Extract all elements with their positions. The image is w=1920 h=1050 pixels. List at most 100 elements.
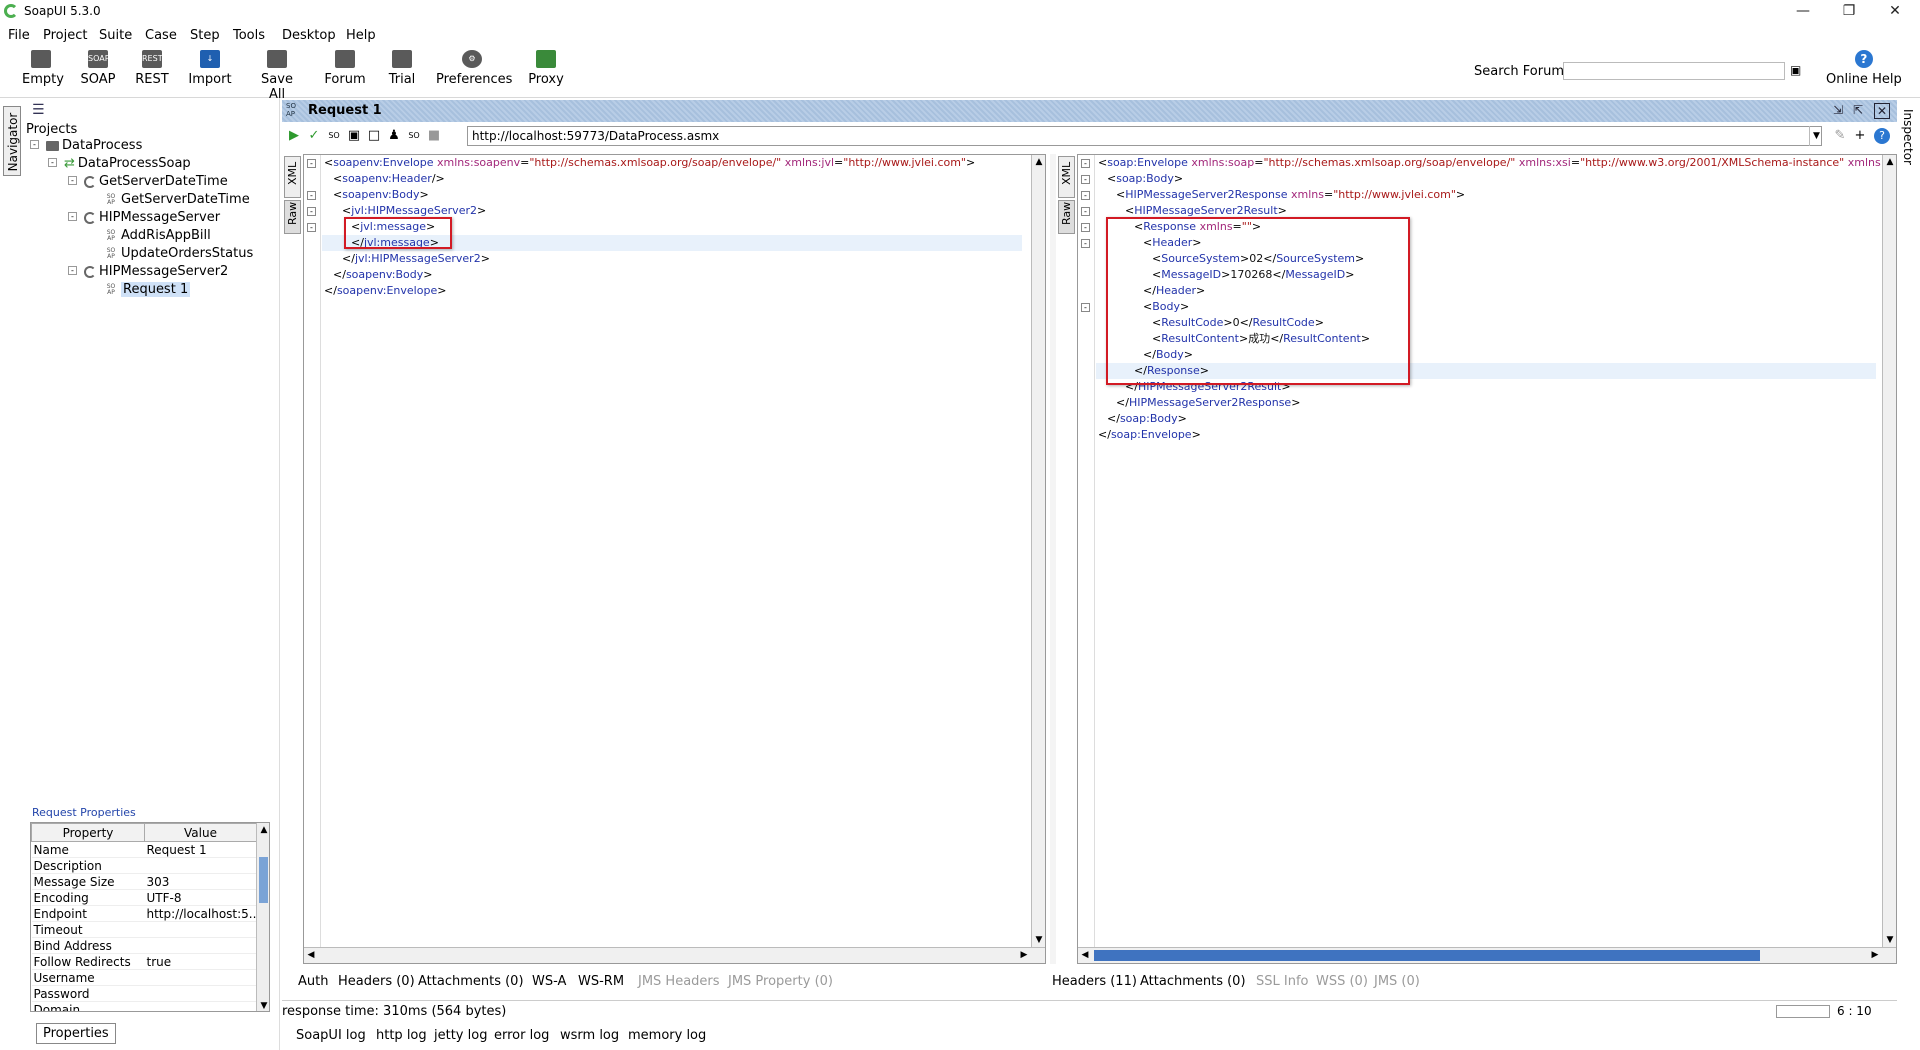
tab-attachments[interactable]: Attachments (0)	[418, 974, 524, 989]
table-row[interactable]: Description	[31, 857, 257, 874]
request-xml-editor[interactable]: - - - - <soapenv:Envelope xmlns:soapenv=…	[303, 154, 1046, 964]
import-button[interactable]: ↓ Import	[188, 50, 232, 87]
response-raw-tab[interactable]: Raw	[1058, 200, 1075, 234]
table-row[interactable]: Encoding UTF-8	[31, 889, 257, 906]
create-request-icon[interactable]: SO	[326, 128, 342, 144]
scroll-right-icon[interactable]: ▶	[1868, 948, 1882, 962]
scroll-left-icon[interactable]: ◀	[1078, 948, 1092, 962]
add-endpoint-icon[interactable]: +	[1852, 128, 1868, 144]
fold-icon[interactable]: -	[307, 223, 316, 232]
fold-icon[interactable]: -	[307, 207, 316, 216]
projects-root[interactable]: Projects	[26, 122, 77, 137]
fold-icon[interactable]: -	[1081, 191, 1090, 200]
fold-icon[interactable]: -	[1081, 207, 1090, 216]
rest-project-button[interactable]: REST REST	[134, 50, 170, 87]
fold-icon[interactable]: -	[1081, 239, 1090, 248]
tree-request-addrisappbill[interactable]: SO AP AddRisAppBill	[104, 228, 211, 243]
expand-toggle-icon[interactable]: -	[68, 212, 77, 221]
menu-case[interactable]: Case	[145, 28, 177, 43]
tree-operation-hipmessageserver[interactable]: HIPMessageServer	[84, 210, 220, 225]
empty-project-button[interactable]: Empty	[22, 50, 64, 87]
table-row[interactable]: Bind Address	[31, 937, 257, 954]
response-xml-editor[interactable]: - - - - - - - <soap:Envelope xmlns:soap=…	[1077, 154, 1897, 964]
tree-operation-hipmessageserver2[interactable]: HIPMessageServer2	[84, 264, 228, 279]
col-header-value[interactable]: Value	[144, 823, 257, 842]
help-icon[interactable]: ?	[1874, 128, 1890, 144]
tree-request-getserverdatetime[interactable]: SO AP GetServerDateTime	[104, 192, 250, 207]
properties-tab[interactable]: Properties	[36, 1023, 116, 1044]
response-vertical-scrollbar[interactable]: ▲ ▼	[1882, 155, 1896, 947]
chevron-down-icon[interactable]: ▼	[1809, 126, 1823, 146]
inspector-tab[interactable]: Inspector	[1899, 106, 1917, 168]
col-header-property[interactable]: Property	[31, 823, 145, 842]
fold-icon[interactable]: -	[307, 191, 316, 200]
menu-file[interactable]: File	[8, 28, 30, 43]
format-icon[interactable]: ▣	[346, 128, 362, 144]
minimize-panel-icon[interactable]: ⇲	[1830, 103, 1846, 119]
menu-step[interactable]: Step	[190, 28, 220, 43]
tree-interface-dataprocesssoap[interactable]: ⇄ DataProcessSoap	[64, 156, 191, 171]
add-to-testcase-icon[interactable]: SO	[406, 128, 422, 144]
expand-toggle-icon[interactable]: -	[30, 140, 39, 149]
tree-request-updateordersstatus[interactable]: SO AP UpdateOrdersStatus	[104, 246, 254, 261]
navigator-tab[interactable]: Navigator	[3, 106, 21, 176]
table-row[interactable]: Message Size 303	[31, 873, 257, 890]
scroll-thumb[interactable]	[259, 857, 268, 903]
properties-scrollbar[interactable]: ▲ ▼	[256, 823, 269, 1011]
tab-error-log[interactable]: error log	[494, 1028, 549, 1043]
tab-wsrm-log[interactable]: wsrm log	[560, 1028, 619, 1043]
fold-icon[interactable]: -	[1081, 223, 1090, 232]
fold-icon[interactable]: -	[1081, 303, 1090, 312]
tree-operation-getserverdatetime[interactable]: GetServerDateTime	[84, 174, 228, 189]
tab-memory-log[interactable]: memory log	[628, 1028, 706, 1043]
table-row[interactable]: Timeout	[31, 921, 257, 938]
tree-project-dataprocess[interactable]: DataProcess	[46, 138, 142, 153]
request-horizontal-scrollbar[interactable]: ◀ ▶	[304, 947, 1045, 963]
fold-icon[interactable]: -	[1081, 175, 1090, 184]
request-vertical-scrollbar[interactable]: ▲ ▼	[1031, 155, 1045, 947]
menu-project[interactable]: Project	[43, 28, 87, 43]
menu-help[interactable]: Help	[346, 28, 376, 43]
scroll-up-icon[interactable]: ▲	[1883, 155, 1896, 169]
tab-response-attachments[interactable]: Attachments (0)	[1140, 974, 1246, 989]
close-panel-icon[interactable]: ✕	[1874, 103, 1890, 119]
table-row[interactable]: Domain	[31, 1001, 257, 1011]
tab-http-log[interactable]: http log	[376, 1028, 427, 1043]
stop-icon[interactable]: □	[366, 128, 382, 144]
trial-button[interactable]: Trial	[386, 50, 418, 87]
soap-project-button[interactable]: SOAP SOAP	[80, 50, 116, 87]
save-all-button[interactable]: Save All	[252, 50, 302, 102]
scroll-right-icon[interactable]: ▶	[1017, 948, 1031, 962]
endpoint-input[interactable]: http://localhost:59773/DataProcess.asmx	[467, 126, 1822, 146]
menu-suite[interactable]: Suite	[99, 28, 132, 43]
response-horizontal-scrollbar[interactable]: ◀ ▶	[1078, 947, 1896, 963]
run-all-icon[interactable]: ✓	[306, 128, 322, 144]
table-row[interactable]: Endpoint http://localhost:5...	[31, 905, 257, 922]
tab-auth[interactable]: Auth	[298, 974, 328, 989]
tree-request-request1[interactable]: SO AP Request 1	[104, 282, 191, 297]
user-icon[interactable]: ♟	[386, 128, 402, 144]
tab-ws-a[interactable]: WS-A	[532, 974, 566, 989]
fold-icon[interactable]: -	[307, 159, 316, 168]
tab-soapui-log[interactable]: SoapUI log	[296, 1028, 366, 1043]
table-row[interactable]: Follow Redirects true	[31, 953, 257, 970]
scroll-thumb[interactable]	[1094, 950, 1760, 961]
run-icon[interactable]: ▶	[286, 128, 302, 144]
table-row[interactable]: Password	[31, 985, 257, 1002]
proxy-button[interactable]: Proxy	[528, 50, 564, 87]
collapse-all-icon[interactable]: ☰	[32, 102, 45, 118]
scroll-up-icon[interactable]: ▲	[257, 823, 269, 837]
table-row[interactable]: Username	[31, 969, 257, 986]
fold-icon[interactable]: -	[1081, 159, 1090, 168]
tab-ws-rm[interactable]: WS-RM	[578, 974, 624, 989]
online-help-button[interactable]: ? Online Help	[1826, 50, 1902, 87]
menu-desktop[interactable]: Desktop	[282, 28, 336, 43]
menu-tools[interactable]: Tools	[233, 28, 265, 43]
tab-response-headers[interactable]: Headers (11)	[1052, 974, 1137, 989]
forum-button[interactable]: Forum	[324, 50, 366, 87]
scroll-down-icon[interactable]: ▼	[1883, 933, 1896, 947]
scroll-up-icon[interactable]: ▲	[1032, 155, 1045, 169]
response-xml-tab[interactable]: XML	[1058, 156, 1075, 198]
scroll-down-icon[interactable]: ▼	[257, 999, 269, 1011]
close-icon[interactable]: ✕	[1872, 0, 1918, 24]
